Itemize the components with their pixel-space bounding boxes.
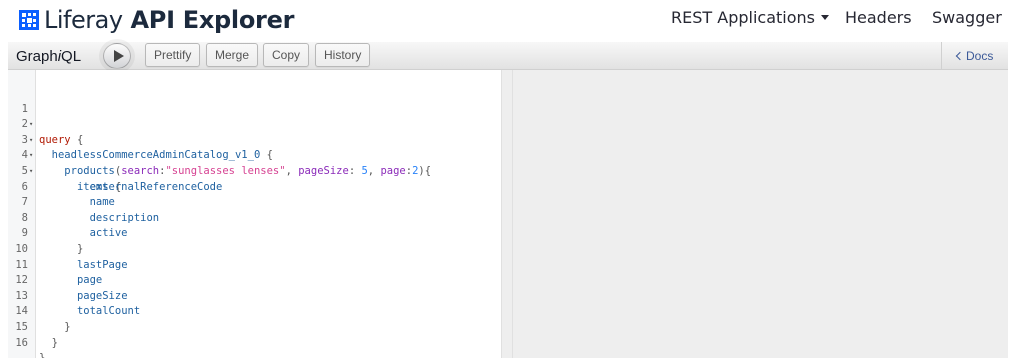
top-navbar: Liferay API Explorer REST Applications H… <box>0 0 1024 40</box>
nav-rest-applications-dropdown[interactable]: REST Applications <box>671 8 829 27</box>
brand[interactable]: Liferay API Explorer <box>19 5 294 35</box>
code-line: 12 pageSize <box>8 258 501 302</box>
brand-name-bold: API Explorer <box>130 6 295 34</box>
history-button[interactable]: History <box>315 43 371 67</box>
liferay-logo-icon <box>19 10 39 30</box>
code-line: 15 } <box>8 304 501 349</box>
docs-button[interactable]: Docs <box>941 42 1008 70</box>
code-line: 11 page <box>8 242 501 287</box>
code-line: 14 } <box>8 289 501 333</box>
code-line: 10 lastPage <box>8 226 501 271</box>
merge-button[interactable]: Merge <box>206 43 259 67</box>
code-line: 16 } <box>8 320 501 358</box>
play-icon <box>114 50 124 62</box>
code-line: 3 ▾ products(search:"sunglasses lenses",… <box>8 117 501 177</box>
code-line: 7 description <box>8 180 501 224</box>
copy-button[interactable]: Copy <box>263 43 310 67</box>
graphiql-title: GraphiQL <box>16 48 82 65</box>
nav-swagger-link[interactable]: Swagger <box>932 8 1002 27</box>
code-line: 4 ▾ items { <box>8 133 501 192</box>
code-line: 2 ▾ headlessCommerceAdminCatalog_v1_0 { <box>8 102 501 161</box>
code-area[interactable]: 1 ▾ query { 2 ▾ headlessCommerceAdminCat… <box>8 86 501 358</box>
query-editor[interactable]: 1 ▾ query { 2 ▾ headlessCommerceAdminCat… <box>8 70 501 358</box>
docs-label: Docs <box>966 49 994 63</box>
prettify-button[interactable]: Prettify <box>145 43 201 67</box>
result-pane <box>513 70 1008 358</box>
code-line: 6 name <box>8 164 501 209</box>
editor-result-divider[interactable] <box>501 70 513 358</box>
code-line: 1 ▾ query { <box>8 86 501 146</box>
code-line: 8 active <box>8 195 501 240</box>
nav-headers-link[interactable]: Headers <box>845 8 912 27</box>
execute-query-button[interactable] <box>103 43 131 69</box>
brand-name-light: Liferay <box>44 6 123 34</box>
code-line: 13 totalCount <box>8 273 501 318</box>
line-number: 16 <box>15 336 28 349</box>
caret-down-icon <box>820 15 829 20</box>
code-line: 9 } <box>8 211 501 255</box>
code-line: 5 externalReferenceCode <box>8 148 501 193</box>
graphiql-toolbar: GraphiQL Prettify Merge Copy History Doc… <box>8 42 1008 70</box>
nav-rest-applications-label: REST Applications <box>671 8 815 27</box>
chevron-left-icon <box>955 51 965 61</box>
